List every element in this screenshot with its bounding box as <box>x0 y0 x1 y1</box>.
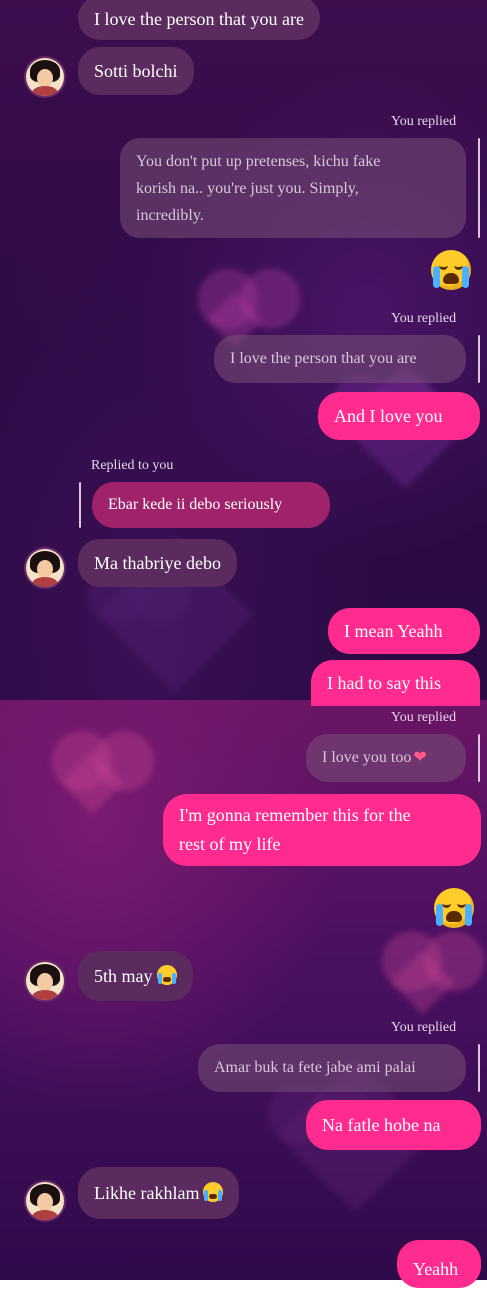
message-text: And I love you <box>334 406 443 426</box>
background-heart <box>390 950 455 1015</box>
reply-indicator-bar <box>478 138 480 238</box>
message-bubble-sent[interactable]: I'm gonna remember this for the rest of … <box>163 794 481 866</box>
message-text: I mean Yeahh <box>344 621 443 641</box>
crying-emoji-icon <box>203 1182 224 1202</box>
quoted-text: Amar buk ta fete jabe ami palai <box>214 1059 416 1076</box>
reply-indicator-bar <box>79 482 81 528</box>
quoted-line: korish na.. you're just you. Simply, <box>136 180 359 197</box>
crying-emoji-icon <box>434 888 474 928</box>
quoted-text: I love you too <box>322 749 412 766</box>
message-bubble-sent[interactable]: And I love you <box>318 392 480 440</box>
quoted-message[interactable]: You don't put up pretenses, kichu fake k… <box>120 138 466 238</box>
quoted-message[interactable]: Amar buk ta fete jabe ami palai <box>198 1044 466 1092</box>
reply-label: Replied to you <box>91 458 174 473</box>
message-line: rest of my life <box>179 834 281 854</box>
quoted-line: You don't put up pretenses, kichu fake <box>136 153 381 170</box>
crying-emoji-icon <box>156 965 177 985</box>
reply-indicator-bar <box>478 335 480 383</box>
background-heart <box>60 750 125 815</box>
message-line: I'm gonna remember this for the <box>179 805 411 825</box>
message-text: I love the person that you are <box>94 9 304 29</box>
reply-label: You replied <box>391 114 457 129</box>
message-text: Na fatle hobe na <box>322 1115 441 1135</box>
quoted-message[interactable]: Ebar kede ii debo seriously <box>92 482 330 528</box>
reply-indicator-bar <box>478 734 480 782</box>
reply-label: You replied <box>391 1020 457 1035</box>
message-bubble-received[interactable]: Sotti bolchi <box>78 47 194 95</box>
quoted-text: I love the person that you are <box>230 350 417 367</box>
message-text: Yeahh <box>413 1259 459 1279</box>
message-text: Likhe rakhlam <box>94 1183 200 1203</box>
chat-background-bottom <box>0 700 487 1280</box>
quoted-text: Ebar kede ii debo seriously <box>108 496 283 513</box>
message-bubble-sent[interactable]: I had to say this <box>311 660 480 706</box>
avatar[interactable] <box>26 962 64 1000</box>
quoted-message[interactable]: I love you too ❤ <box>306 734 466 782</box>
message-text: 5th may <box>94 966 153 986</box>
reply-indicator-bar <box>478 1044 480 1092</box>
pink-heart-icon: ❤ <box>413 749 427 766</box>
message-text: Ma thabriye debo <box>94 553 221 573</box>
crying-emoji-icon <box>431 250 471 290</box>
avatar[interactable] <box>26 549 64 587</box>
message-bubble-sent[interactable]: Yeahh <box>397 1240 481 1288</box>
avatar[interactable] <box>26 1182 64 1220</box>
message-bubble-sent[interactable]: Na fatle hobe na <box>306 1100 481 1150</box>
message-bubble-received[interactable]: Likhe rakhlam <box>78 1167 240 1219</box>
message-bubble-sent[interactable]: I mean Yeahh <box>328 608 480 654</box>
quoted-line: incredibly. <box>136 207 204 224</box>
quoted-message[interactable]: I love the person that you are <box>214 335 466 383</box>
message-text: Sotti bolchi <box>94 61 178 81</box>
message-bubble-received[interactable]: I love the person that you are <box>78 0 320 40</box>
message-bubble-received[interactable]: 5th may <box>78 951 193 1001</box>
message-text: I had to say this <box>327 673 441 693</box>
message-bubble-received[interactable]: Ma thabriye debo <box>78 539 237 587</box>
reply-label: You replied <box>391 710 457 725</box>
reply-label: You replied <box>391 311 457 326</box>
avatar[interactable] <box>26 58 64 96</box>
